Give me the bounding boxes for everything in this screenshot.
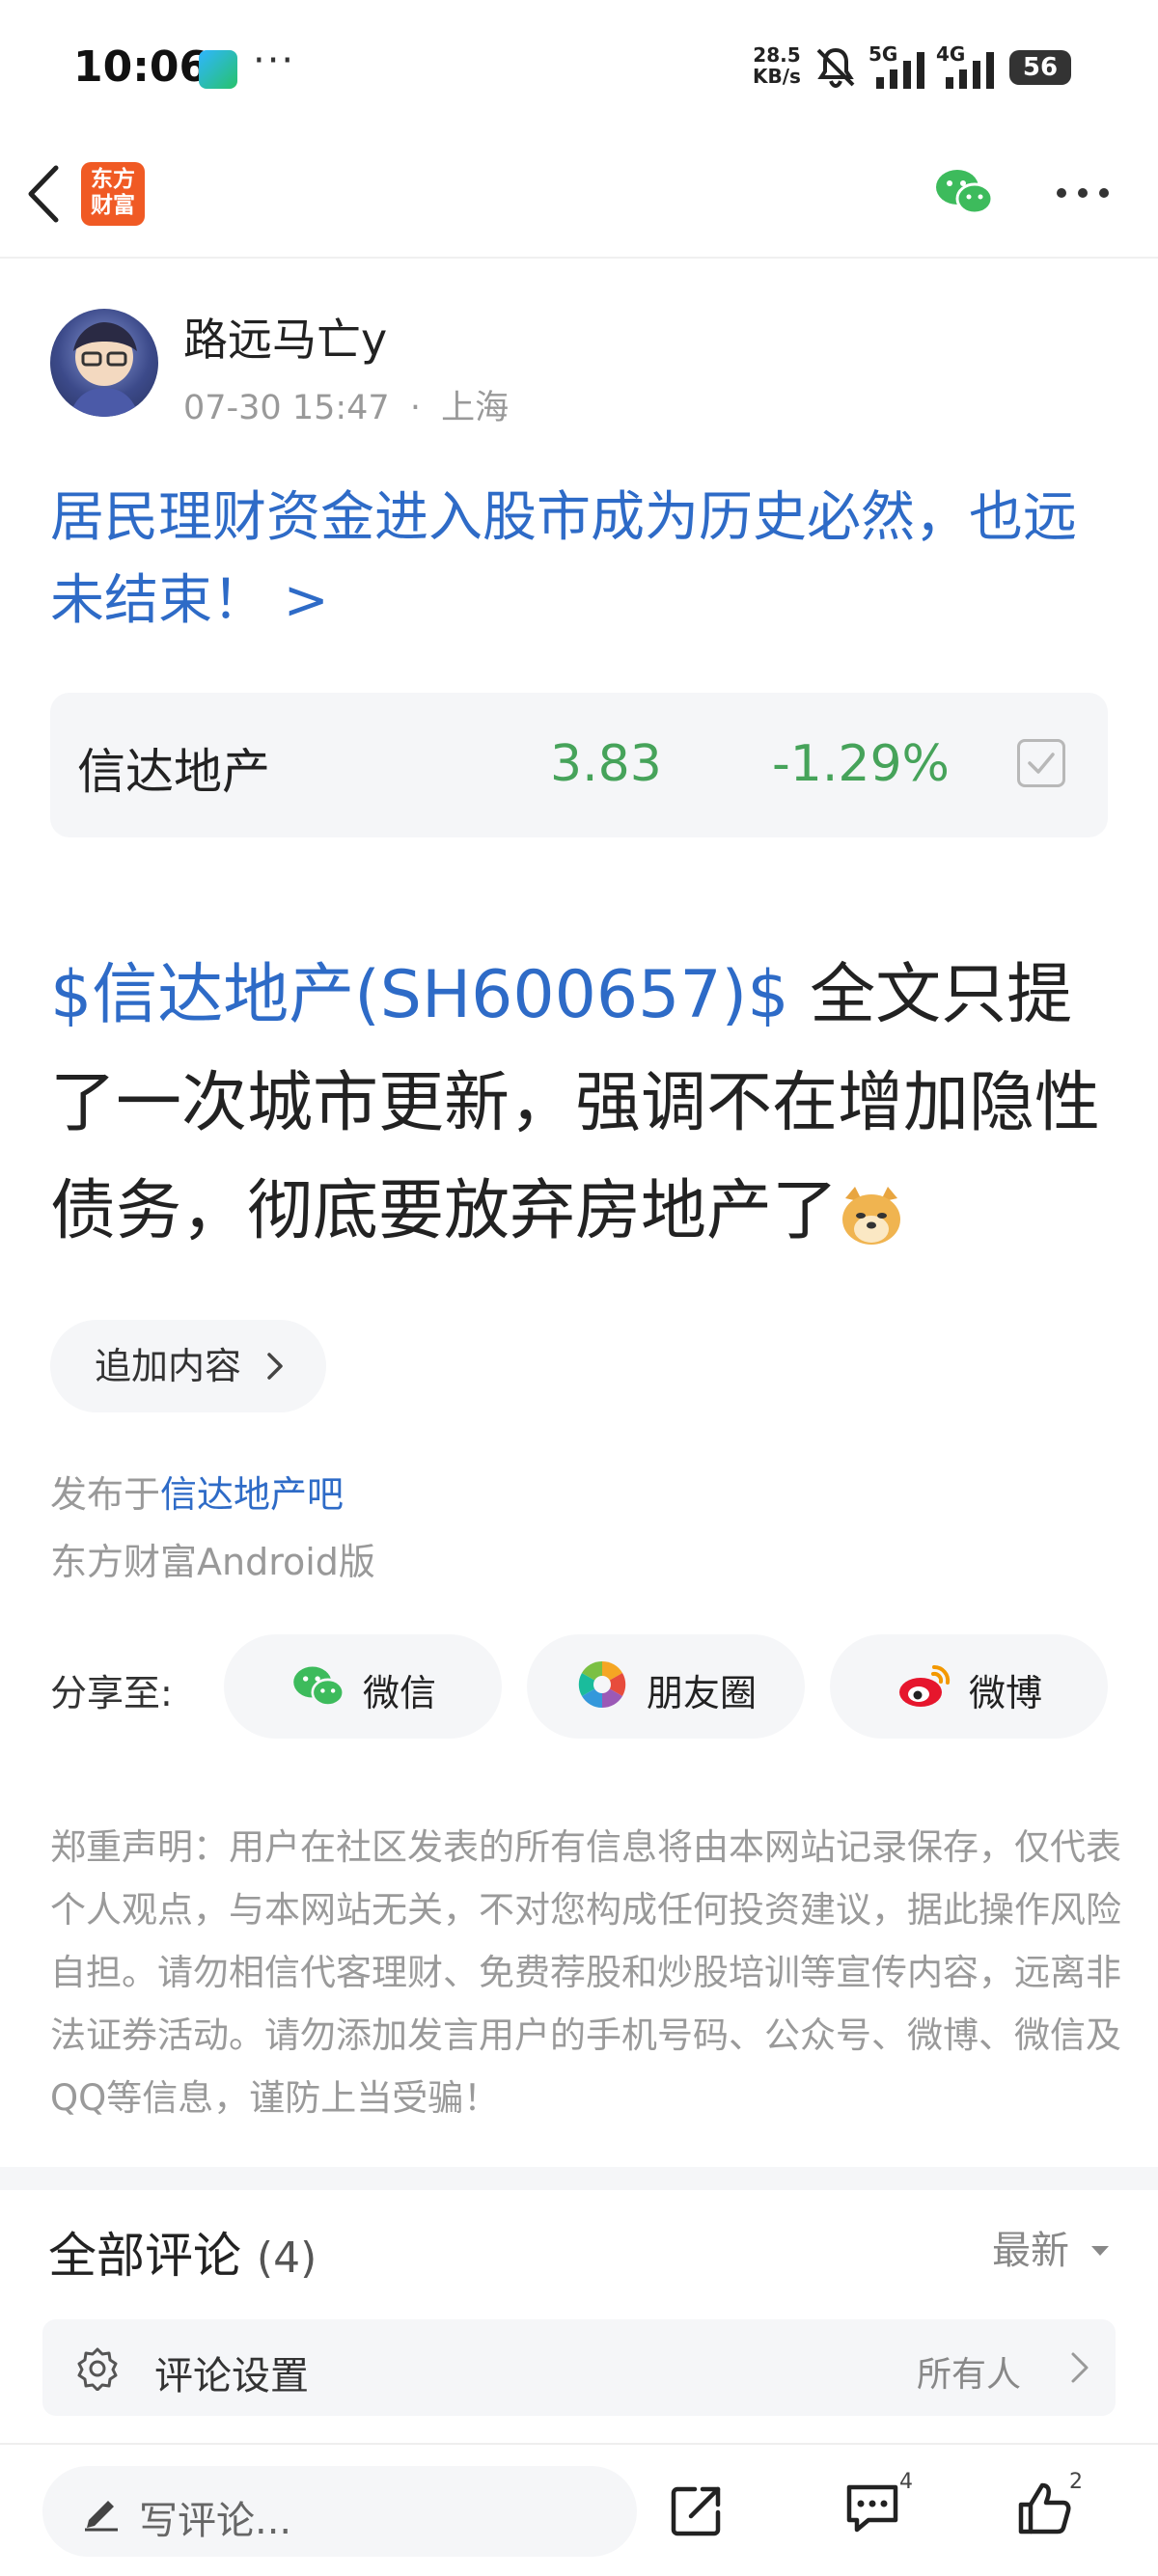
post-meta: 07-30 15:47 · 上海 [183, 380, 509, 429]
check-icon [1028, 753, 1055, 774]
post-location: 上海 [441, 389, 510, 427]
status-overflow-icon: ··· [253, 39, 296, 83]
chevron-right-icon [267, 1353, 283, 1380]
moments-icon [578, 1660, 626, 1709]
chevron-right-icon [1071, 2352, 1089, 2383]
comment-settings-row[interactable]: 评论设置 所有人 [42, 2319, 1116, 2416]
post-time: 07-30 15:47 [183, 389, 390, 427]
published-in: 发布于信达地产吧 [50, 1465, 344, 1518]
share-moments-button[interactable]: 朋友圈 [527, 1634, 805, 1739]
logo-text-line2: 财富 [91, 193, 135, 218]
share-wechat-button[interactable]: 微信 [224, 1634, 502, 1739]
comments-title: 全部评论 [48, 2228, 241, 2284]
author-name[interactable]: 路远马亡y [183, 305, 387, 369]
stock-card[interactable]: 信达地产 3.83 -1.29% [50, 693, 1108, 837]
share-wechat-label: 微信 [363, 1672, 437, 1714]
weibo-icon [899, 1664, 951, 1707]
comments-count: (4) [256, 2233, 317, 2283]
eastmoney-logo: 东方 财富 [81, 162, 145, 226]
signal-strength-icon-sim2 [946, 52, 994, 89]
logo-text-line1: 东方 [91, 167, 135, 192]
comment-count-badge: 4 [899, 2470, 913, 2494]
doge-emoji-icon [838, 1171, 905, 1245]
network-speed-value: 28.5 [753, 43, 801, 67]
battery-indicator: 56 [1009, 50, 1071, 85]
share-icon[interactable] [670, 2483, 724, 2537]
avatar-image [69, 322, 139, 417]
network-speed: 28.5 KB/s [753, 44, 801, 87]
forum-link[interactable]: 信达地产吧 [160, 1473, 344, 1516]
caret-down-icon [1090, 2246, 1109, 2256]
append-content-button[interactable]: 追加内容 [50, 1320, 326, 1412]
bottom-bar-divider [0, 2443, 1158, 2445]
mute-bell-icon [816, 47, 855, 89]
client-version: 东方财富Android版 [50, 1541, 375, 1583]
published-prefix: 发布于 [50, 1473, 161, 1516]
wechat-icon[interactable] [934, 166, 994, 218]
share-label: 分享至: [50, 1672, 173, 1714]
related-article-link[interactable]: 居民理财资金进入股市成为历史必然，也远未结束！ > [50, 477, 1112, 643]
app-notification-icon [199, 50, 237, 89]
stock-mention-link[interactable]: $信达地产(SH600657)$ [50, 957, 788, 1033]
back-icon[interactable] [21, 162, 68, 226]
gear-icon [77, 2347, 118, 2391]
comment-input[interactable]: 写评论... [42, 2466, 637, 2557]
meta-separator: · [409, 389, 421, 427]
section-divider [0, 2167, 1158, 2190]
signal-strength-icon-sim1 [876, 52, 924, 89]
more-icon[interactable] [1054, 185, 1112, 201]
like-count-badge: 2 [1069, 2470, 1083, 2494]
avatar[interactable] [50, 309, 158, 417]
stock-price: 3.83 [550, 735, 662, 793]
add-watchlist-checkbox[interactable] [1017, 739, 1065, 787]
append-content-label: 追加内容 [95, 1345, 242, 1387]
post-body: $信达地产(SH600657)$ 全文只提了一次城市更新，强调不在增加隐性债务，… [50, 942, 1121, 1266]
comment-input-placeholder: 写评论... [139, 2499, 292, 2543]
comment-settings-value: 所有人 [917, 2355, 1022, 2395]
wechat-icon [293, 1666, 345, 1707]
share-moments-label: 朋友圈 [647, 1672, 758, 1714]
comments-header: 全部评论 (4) [48, 2217, 317, 2287]
sort-dropdown[interactable]: 最新 [992, 2219, 1111, 2275]
comment-settings-label: 评论设置 [154, 2354, 309, 2398]
thumbs-up-icon [1018, 2482, 1071, 2535]
stock-change-percent: -1.29% [772, 735, 950, 793]
share-weibo-label: 微博 [969, 1672, 1043, 1714]
stock-name: 信达地产 [77, 744, 270, 800]
status-time: 10:06 [73, 42, 209, 92]
pencil-icon [85, 2501, 118, 2532]
share-weibo-button[interactable]: 微博 [830, 1634, 1108, 1739]
network-speed-unit: KB/s [753, 65, 801, 88]
comment-button[interactable]: 4 [843, 2470, 913, 2539]
comment-icon [846, 2484, 898, 2533]
sort-label: 最新 [992, 2229, 1069, 2273]
header-divider [0, 257, 1158, 259]
like-button[interactable]: 2 [1015, 2470, 1083, 2541]
disclaimer-text: 郑重声明：用户在社区发表的所有信息将由本网站记录保存，仅代表个人观点，与本网站无… [50, 1826, 1121, 2119]
